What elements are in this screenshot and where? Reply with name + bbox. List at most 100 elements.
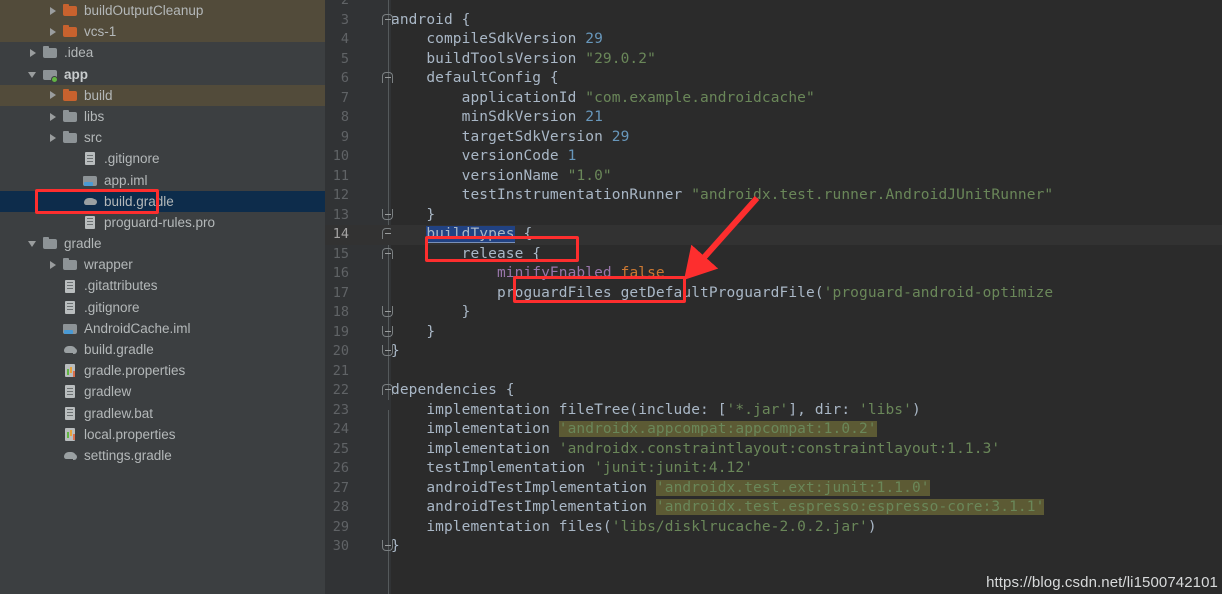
tree-item-build-gradle[interactable]: build.gradle [0, 190, 325, 212]
fold-rail [388, 0, 389, 400]
tree-item-gitignore[interactable]: .gitignore [0, 297, 325, 318]
editor-gutter[interactable]: 2 3 4 5 6 7 8 9 10 11 12 13 14 15 16 17 18 19 20 21 22 23 24 25… [325, 0, 393, 594]
tree-item-gradlew[interactable]: gradlew [0, 381, 325, 402]
code-line[interactable]: } [391, 303, 471, 323]
tree-item-label: wrapper [84, 257, 133, 273]
code-line[interactable]: applicationId "com.example.androidcache" [391, 89, 815, 109]
tree-item-src[interactable]: src [0, 127, 325, 148]
tree-item-buildoutputcleanup[interactable]: buildOutputCleanup [0, 0, 325, 22]
chevron-right-icon[interactable] [28, 47, 39, 58]
file-icon [62, 406, 79, 420]
tree-item-label: AndroidCache.iml [84, 320, 191, 336]
code-line[interactable]: androidTestImplementation 'androidx.test… [391, 479, 930, 499]
tree-item-gradlew-bat[interactable]: gradlew.bat [0, 403, 325, 424]
file-icon [62, 279, 79, 293]
tree-item-build-gradle[interactable]: build.gradle [0, 339, 325, 360]
tree-item-libs[interactable]: libs [0, 106, 325, 127]
line-number: 13 [332, 206, 349, 223]
tree-item-gitattributes[interactable]: .gitattributes [0, 275, 325, 296]
tree-item-label: app [64, 66, 89, 82]
tree-item-label: .gitignore [104, 151, 160, 167]
chevron-right-icon[interactable] [48, 90, 59, 101]
project-tree[interactable]: buildOutputCleanup vcs-1 .idea app build libs… [0, 0, 325, 466]
code-line[interactable]: buildToolsVersion "29.0.2" [391, 50, 656, 70]
code-line[interactable]: } [391, 323, 435, 343]
tree-item-androidcache-iml[interactable]: AndroidCache.iml [0, 318, 325, 339]
folder-icon [62, 131, 79, 145]
code-line[interactable]: } [391, 537, 400, 557]
line-number: 28 [332, 499, 349, 515]
line-number: 29 [332, 518, 349, 535]
code-editor[interactable]: 2 3 4 5 6 7 8 9 10 11 12 13 14 15 16 17 18 19 20 21 22 23 24 25… [325, 0, 1222, 594]
line-number: 22 [332, 382, 349, 398]
folder-icon [42, 46, 59, 60]
code-line[interactable]: proguardFiles getDefaultProguardFile('pr… [391, 284, 1053, 304]
tree-item-gitignore[interactable]: .gitignore [0, 148, 325, 169]
tree-item-proguard-rules-pro[interactable]: proguard-rules.pro [0, 212, 325, 233]
code-line[interactable]: compileSdkVersion 29 [391, 30, 603, 50]
folder-icon [62, 258, 79, 272]
code-line[interactable]: targetSdkVersion 29 [391, 128, 630, 148]
code-line[interactable]: defaultConfig { [391, 69, 559, 89]
code-line[interactable]: minSdkVersion 21 [391, 108, 603, 128]
tree-item-wrapper[interactable]: wrapper [0, 254, 325, 275]
tree-item-gradle[interactable]: gradle [0, 233, 325, 254]
tree-item-gradle-properties[interactable]: gradle.properties [0, 360, 325, 381]
line-number: 15 [332, 245, 349, 262]
file-icon [62, 300, 79, 314]
chevron-right-icon[interactable] [48, 111, 59, 122]
code-line[interactable]: android { [391, 11, 470, 31]
tree-item-app-iml[interactable]: app.iml [0, 170, 325, 191]
gradle-icon [62, 343, 79, 357]
gradle-icon [62, 449, 79, 463]
code-line[interactable]: implementation 'androidx.constraintlayou… [391, 440, 1000, 460]
file-icon [82, 215, 99, 229]
code-line[interactable]: versionCode 1 [391, 147, 577, 167]
line-number: 19 [332, 323, 349, 340]
tree-item-label: src [84, 130, 102, 146]
chevron-down-icon[interactable] [28, 238, 39, 249]
chevron-down-icon[interactable] [28, 69, 39, 80]
code-line[interactable]: minifyEnabled false [391, 264, 665, 284]
chevron-right-icon[interactable] [48, 259, 59, 270]
line-number: 8 [340, 109, 349, 125]
tree-item-idea[interactable]: .idea [0, 42, 325, 63]
chevron-right-icon[interactable] [48, 132, 59, 143]
line-number: 24 [332, 421, 349, 437]
tree-item-build[interactable]: build [0, 84, 325, 106]
code-line[interactable]: testInstrumentationRunner "androidx.test… [391, 186, 1054, 206]
code-line[interactable]: } [391, 342, 400, 362]
chevron-right-icon[interactable] [48, 5, 59, 16]
code-line[interactable]: versionName "1.0" [391, 167, 612, 187]
iml-folder-icon [82, 173, 99, 187]
tree-item-vcs-1[interactable]: vcs-1 [0, 21, 325, 43]
tree-item-label: build [84, 87, 113, 103]
module-folder-icon [42, 67, 59, 83]
code-line[interactable]: testImplementation 'junit:junit:4.12' [391, 459, 753, 479]
tree-item-app[interactable]: app [0, 64, 325, 85]
tree-item-label: libs [84, 108, 105, 124]
line-number: 14 [332, 226, 349, 242]
folder-orange-icon [62, 25, 79, 39]
code-line[interactable]: implementation files('libs/disklrucache-… [391, 518, 877, 538]
tree-item-local-properties[interactable]: local.properties [0, 424, 325, 445]
line-number: 25 [332, 440, 349, 457]
code-line[interactable]: release { [391, 245, 541, 265]
code-line[interactable]: androidTestImplementation 'androidx.test… [391, 498, 1045, 518]
line-number: 5 [340, 50, 349, 67]
code-line[interactable]: dependencies { [391, 381, 515, 401]
code-line[interactable]: buildTypes { [391, 225, 532, 245]
project-tree-panel[interactable]: buildOutputCleanup vcs-1 .idea app build libs… [0, 0, 325, 594]
code-line[interactable]: implementation 'androidx.appcompat:appco… [391, 420, 877, 440]
watermark-text: https://blog.csdn.net/li1500742101 [986, 574, 1218, 591]
code-line[interactable]: implementation fileTree(include: ['*.jar… [391, 401, 921, 421]
code-line[interactable]: } [391, 206, 435, 226]
tree-item-settings-gradle[interactable]: settings.gradle [0, 445, 325, 466]
tree-item-label: local.properties [84, 426, 176, 442]
editor-code-area[interactable]: android { compileSdkVersion 29 buildTool… [391, 0, 1222, 594]
chevron-right-icon[interactable] [48, 26, 59, 37]
